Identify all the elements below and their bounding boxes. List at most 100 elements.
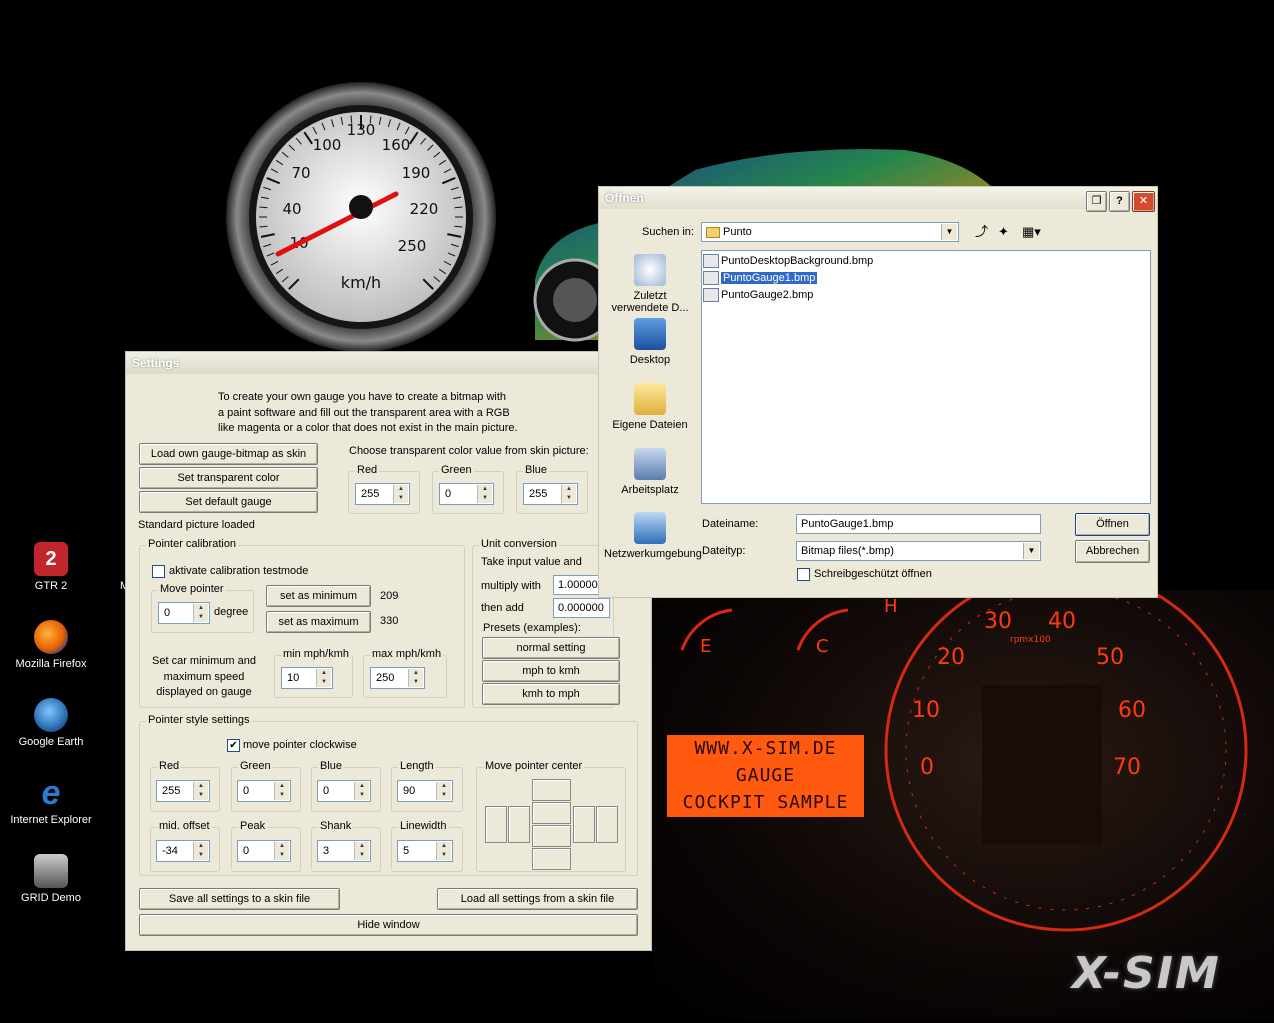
look-in-dropdown[interactable]: Punto ▼ — [701, 222, 959, 242]
red-spinbox[interactable]: 255 ▲ ▼ — [355, 483, 410, 505]
style-blue-spinbox[interactable]: 0 ▲ ▼ — [317, 780, 371, 802]
multiply-input[interactable]: 1.00000 — [553, 575, 600, 595]
center-up-far-button[interactable] — [532, 779, 571, 801]
group-label: Red — [157, 760, 182, 772]
spin-arrows-icon[interactable]: ▲ ▼ — [316, 669, 331, 687]
green-spinbox[interactable]: 0 ▲ ▼ — [439, 483, 494, 505]
spin-arrows-icon[interactable]: ▲ ▼ — [354, 782, 369, 800]
set-default-gauge-button[interactable]: Set default gauge — [139, 491, 318, 513]
settings-title-bar[interactable]: Settings — [126, 352, 651, 374]
recent-documents-icon — [634, 254, 666, 286]
center-down-button[interactable] — [532, 825, 571, 847]
lcd-line: COCKPIT SAMPLE — [682, 792, 849, 813]
group-label: Blue — [523, 464, 550, 476]
cancel-button[interactable]: Abbrechen — [1075, 540, 1150, 563]
places-my-computer[interactable]: Arbeitsplatz — [604, 448, 696, 496]
hide-window-button[interactable]: Hide window — [139, 914, 638, 936]
spin-value: -34 — [162, 845, 178, 857]
calibration-testmode-checkbox[interactable] — [152, 565, 165, 578]
tacho-number: 10 — [912, 698, 940, 723]
open-button[interactable]: Öffnen — [1075, 513, 1150, 536]
dialog-close-button[interactable]: ✕ — [1132, 191, 1155, 212]
desktop-icon-internet-explorer[interactable]: e Internet Explorer — [5, 776, 97, 826]
look-in-value: Punto — [723, 226, 752, 238]
spin-arrows-icon[interactable]: ▲ ▼ — [408, 669, 423, 687]
center-up-button[interactable] — [532, 802, 571, 824]
chevron-down-icon[interactable]: ▼ — [941, 224, 957, 240]
open-dialog-title-bar[interactable]: Öffnen — [599, 187, 1157, 209]
group-label: mid. offset — [157, 820, 212, 832]
spin-arrows-icon[interactable]: ▲ ▼ — [436, 782, 451, 800]
style-mid-offset-spinbox[interactable]: -34 ▲ ▼ — [156, 840, 210, 862]
spin-arrows-icon[interactable]: ▲ ▼ — [193, 782, 208, 800]
spin-value: 255 — [162, 785, 181, 797]
intro-line: a paint software and fill out the transp… — [218, 406, 510, 419]
file-item[interactable]: PuntoGauge2.bmp — [703, 287, 813, 303]
clockwise-checkbox[interactable]: ✔ — [227, 739, 240, 752]
mph-to-kmh-button[interactable]: mph to kmh — [482, 660, 620, 682]
file-item[interactable]: PuntoDesktopBackground.bmp — [703, 253, 873, 269]
up-folder-icon[interactable]: ⤴ — [975, 224, 991, 240]
chevron-down-icon[interactable]: ▼ — [1023, 543, 1039, 559]
group-label: min mph/kmh — [281, 648, 352, 660]
status-text: Standard picture loaded — [138, 519, 255, 531]
spin-arrows-icon[interactable]: ▲ ▼ — [354, 842, 369, 860]
move-pointer-spinbox[interactable]: 0 ▲ ▼ — [158, 602, 210, 624]
spin-arrows-icon[interactable]: ▲ ▼ — [193, 842, 208, 860]
set-as-maximum-button[interactable]: set as maximum — [266, 611, 371, 633]
load-skin-button[interactable]: Load own gauge-bitmap as skin — [139, 443, 318, 465]
places-my-documents[interactable]: Eigene Dateien — [604, 383, 696, 431]
load-settings-button[interactable]: Load all settings from a skin file — [437, 888, 638, 910]
tacho-number: 70 — [1113, 755, 1141, 780]
new-folder-icon[interactable]: ✦ — [998, 224, 1014, 240]
center-right-button[interactable] — [573, 806, 595, 843]
style-length-spinbox[interactable]: 90 ▲ ▼ — [397, 780, 453, 802]
style-red-group: Red 255 ▲ ▼ — [150, 760, 220, 812]
places-recent[interactable]: Zuletzt verwendete D... — [604, 254, 696, 314]
save-settings-button[interactable]: Save all settings to a skin file — [139, 888, 340, 910]
style-green-spinbox[interactable]: 0 ▲ ▼ — [237, 780, 291, 802]
group-label: Move pointer — [158, 583, 226, 595]
dialog-restore-icon[interactable]: ❐ — [1086, 191, 1107, 212]
settings-intro: To create your own gauge you have to cre… — [218, 390, 518, 437]
spin-arrows-icon[interactable]: ▲ ▼ — [274, 782, 289, 800]
view-menu-icon[interactable]: ▦▾ — [1022, 224, 1046, 240]
places-network[interactable]: Netzwerkumgebung — [604, 512, 702, 560]
filetype-dropdown[interactable]: Bitmap files(*.bmp) ▼ — [796, 541, 1041, 561]
desktop-icon-gtr2[interactable]: 2 GTR 2 — [5, 542, 97, 592]
center-right-far-button[interactable] — [596, 806, 618, 843]
blue-spinbox[interactable]: 255 ▲ ▼ — [523, 483, 578, 505]
style-red-spinbox[interactable]: 255 ▲ ▼ — [156, 780, 210, 802]
spin-arrows-icon[interactable]: ▲ ▼ — [274, 842, 289, 860]
desktop-icon-google-earth[interactable]: Google Earth — [5, 698, 97, 748]
set-as-minimum-button[interactable]: set as minimum — [266, 585, 371, 607]
dialog-help-button[interactable]: ? — [1109, 191, 1130, 212]
spin-arrows-icon[interactable]: ▲ ▼ — [193, 604, 208, 622]
normal-setting-button[interactable]: normal setting — [482, 637, 620, 659]
places-desktop[interactable]: Desktop — [604, 318, 696, 366]
spin-arrows-icon[interactable]: ▲ ▼ — [393, 485, 408, 503]
spin-arrows-icon[interactable]: ▲ ▼ — [436, 842, 451, 860]
center-left-far-button[interactable] — [485, 806, 507, 843]
style-shank-spinbox[interactable]: 3 ▲ ▼ — [317, 840, 371, 862]
max-speed-spinbox[interactable]: 250 ▲ ▼ — [370, 667, 425, 689]
style-peak-spinbox[interactable]: 0 ▲ ▼ — [237, 840, 291, 862]
spin-value: 0 — [164, 607, 171, 619]
desktop-icon-firefox[interactable]: Mozilla Firefox — [5, 620, 97, 670]
min-speed-spinbox[interactable]: 10 ▲ ▼ — [281, 667, 333, 689]
open-dialog-title: Öffnen — [605, 191, 644, 205]
filename-input[interactable]: PuntoGauge1.bmp — [796, 514, 1041, 534]
readonly-checkbox[interactable] — [797, 568, 810, 581]
kmh-to-mph-button[interactable]: kmh to mph — [482, 683, 620, 705]
settings-title: Settings — [132, 356, 180, 370]
spin-arrows-icon[interactable]: ▲ ▼ — [561, 485, 576, 503]
center-down-far-button[interactable] — [532, 848, 571, 870]
desktop-icon-grid-demo[interactable]: GRID Demo — [5, 854, 97, 904]
spin-arrows-icon[interactable]: ▲ ▼ — [477, 485, 492, 503]
add-input[interactable]: 0.000000 — [553, 598, 610, 618]
center-left-button[interactable] — [508, 806, 530, 843]
file-item-selected[interactable]: PuntoGauge1.bmp — [703, 270, 818, 286]
style-linewidth-spinbox[interactable]: 5 ▲ ▼ — [397, 840, 453, 862]
set-transparent-color-button[interactable]: Set transparent color — [139, 467, 318, 489]
intro-line: like magenta or a color that does not ex… — [218, 422, 518, 434]
